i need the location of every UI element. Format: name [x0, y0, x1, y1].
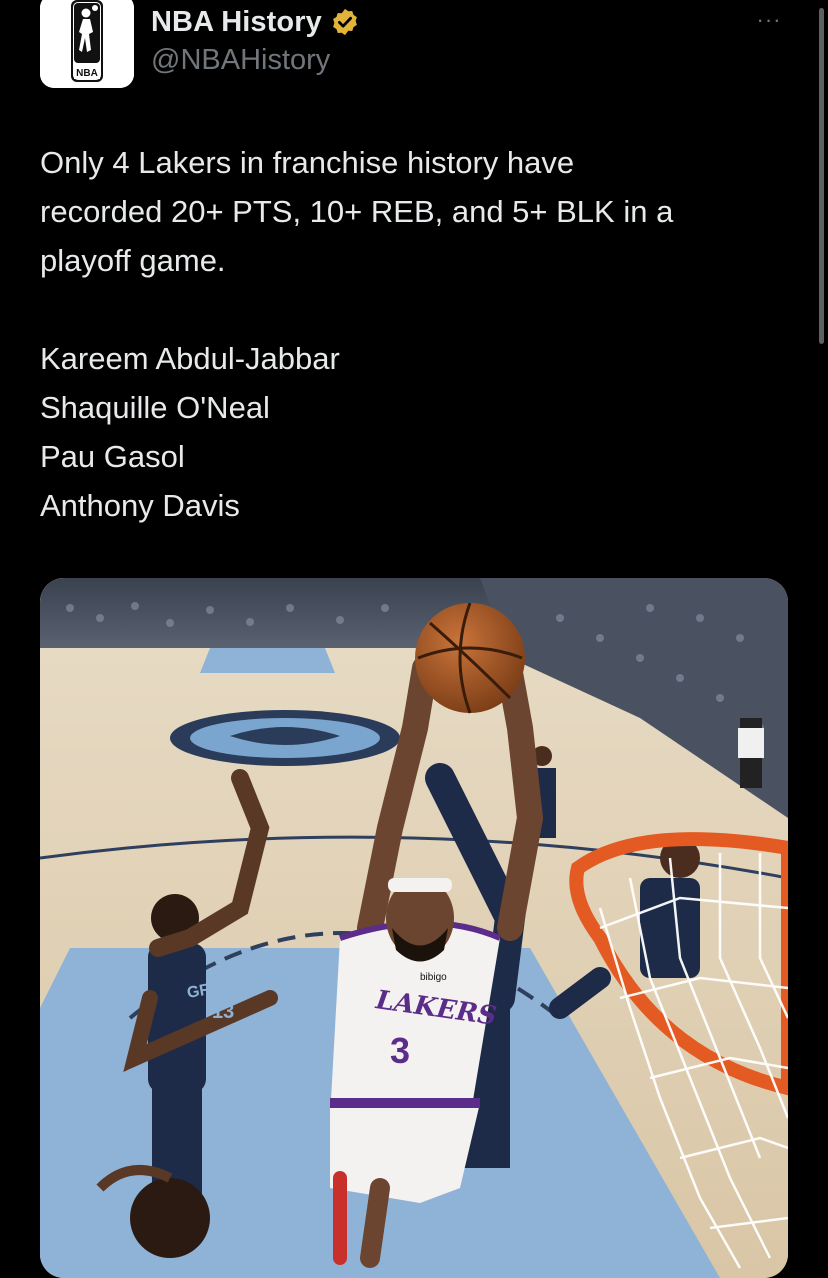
tweet-media-photo[interactable]: GRIZZLIES 13 LAKERS 3 bibigo: [40, 578, 788, 1278]
avatar[interactable]: NBA: [40, 0, 134, 88]
svg-text:NBA: NBA: [76, 68, 98, 79]
player-name: Anthony Davis: [40, 488, 240, 523]
opponent-jersey-number: 13: [212, 1001, 234, 1023]
more-options-button[interactable]: ···: [752, 9, 786, 31]
player-name: Kareem Abdul-Jabbar: [40, 341, 340, 376]
tweet-text: Only 4 Lakers in franchise history have …: [40, 138, 780, 530]
handle[interactable]: @NBAHistory: [151, 44, 360, 77]
player-name: Pau Gasol: [40, 439, 185, 474]
player-name: Shaquille O'Neal: [40, 390, 270, 425]
tweet-text-line: playoff game.: [40, 243, 226, 278]
verified-badge-icon: [332, 8, 357, 36]
basketball-dunk-photo: GRIZZLIES 13 LAKERS 3 bibigo: [40, 578, 788, 1278]
tweet-header: NBA NBA History @NBAHistory ···: [40, 0, 808, 90]
tweet-text-line: recorded 20+ PTS, 10+ REB, and 5+ BLK in…: [40, 194, 674, 229]
jersey-number-text: 3: [390, 1030, 410, 1071]
display-name[interactable]: NBA History: [151, 6, 322, 39]
tweet-text-line: Only 4 Lakers in franchise history have: [40, 145, 575, 180]
scrollbar[interactable]: [819, 8, 824, 344]
jersey-sponsor-text: bibigo: [420, 972, 447, 983]
nba-logo-icon: NBA: [40, 0, 134, 88]
author-block: NBA History @NBAHistory: [151, 0, 360, 77]
